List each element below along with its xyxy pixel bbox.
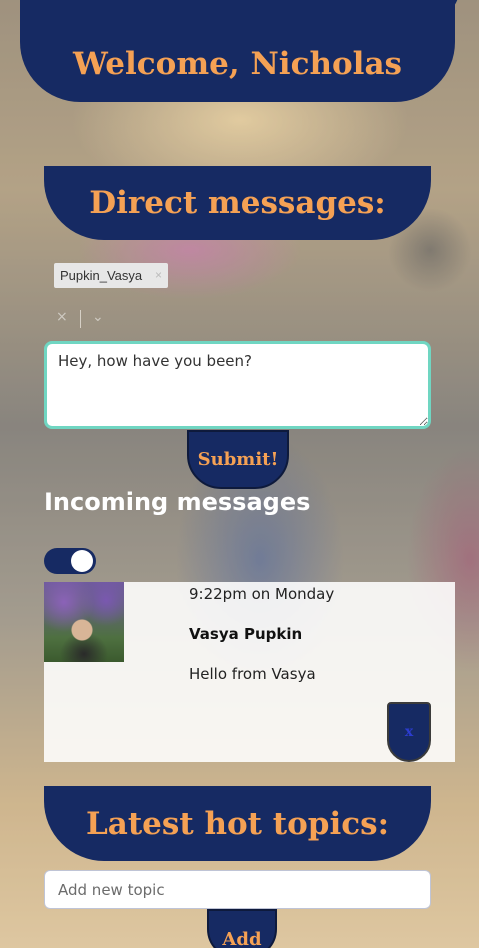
chevron-down-icon[interactable]: ⌄	[92, 309, 104, 325]
direct-messages-header: Direct messages:	[44, 166, 431, 240]
delete-button-label: x	[404, 724, 414, 740]
clear-icon[interactable]: ×	[56, 309, 68, 325]
message-text: Hello from Vasya	[189, 665, 316, 683]
new-topic-input[interactable]	[44, 870, 431, 909]
incoming-toggle[interactable]	[44, 548, 96, 574]
incoming-messages-title: Incoming messages	[44, 488, 311, 516]
close-icon[interactable]: ×	[155, 268, 162, 282]
recipient-tag[interactable]: Pupkin_Vasya ×	[54, 263, 168, 288]
message-card: 9:22pm on Monday Vasya Pupkin Hello from…	[44, 582, 455, 762]
recipient-select-controls: × ⌄	[52, 309, 112, 329]
sender-avatar	[44, 582, 124, 662]
add-topic-button-label: Add	[222, 929, 262, 948]
message-sender: Vasya Pupkin	[189, 625, 303, 643]
hot-topics-title: Latest hot topics:	[85, 805, 390, 842]
submit-button[interactable]: Submit!	[187, 430, 289, 489]
recipient-tag-label: Pupkin_Vasya	[60, 268, 143, 283]
hot-topics-header: Latest hot topics:	[44, 786, 431, 861]
welcome-text: Welcome, Nicholas	[73, 46, 402, 82]
toggle-knob	[71, 550, 93, 572]
welcome-banner: Welcome, Nicholas	[20, 0, 455, 102]
add-topic-button[interactable]: Add	[207, 909, 277, 948]
select-divider	[80, 310, 81, 328]
message-time: 9:22pm on Monday	[189, 585, 335, 603]
direct-messages-title: Direct messages:	[89, 185, 386, 221]
delete-message-button[interactable]: x	[387, 702, 431, 762]
submit-button-label: Submit!	[197, 449, 279, 470]
message-textarea[interactable]: Hey, how have you been?	[44, 341, 431, 429]
